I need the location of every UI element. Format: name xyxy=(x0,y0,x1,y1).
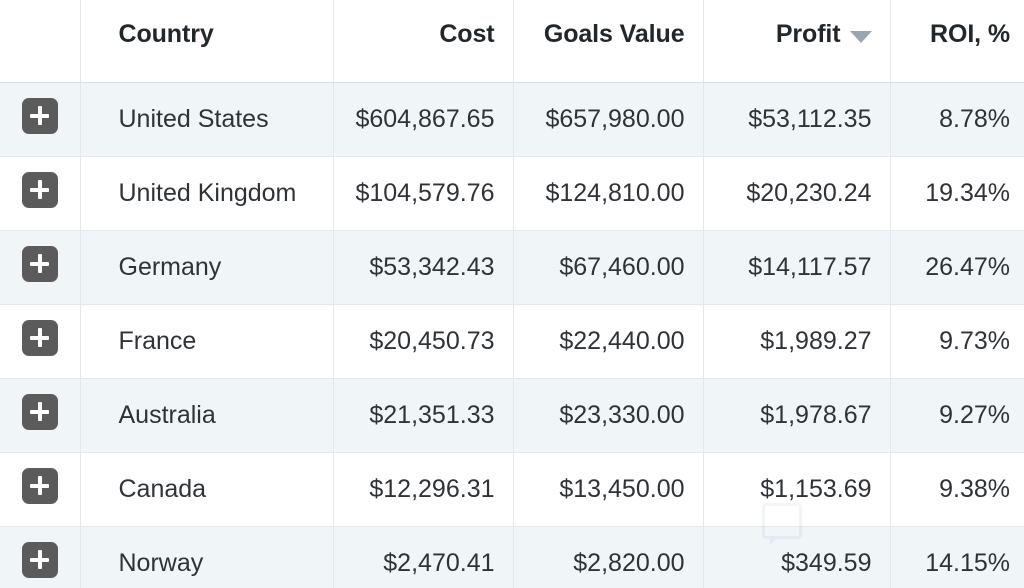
plus-icon[interactable] xyxy=(21,541,58,578)
cell-roi: 19.34% xyxy=(890,156,1024,231)
cell-profit: $53,112.35 xyxy=(703,82,891,157)
column-header-country[interactable]: Country xyxy=(80,0,334,83)
row-expand-cell[interactable] xyxy=(0,230,81,305)
row-expand-cell[interactable] xyxy=(0,378,81,453)
cell-profit: $20,230.24 xyxy=(703,156,891,231)
cell-country: United Kingdom xyxy=(80,156,334,231)
table-row[interactable]: United States $604,867.65 $657,980.00 $5… xyxy=(0,82,1024,157)
cell-profit: $349.59 xyxy=(703,526,891,588)
cell-cost: $104,579.76 xyxy=(333,156,514,231)
country-performance-table: Country Cost Goals Value Profit ROI, % U… xyxy=(0,0,1024,588)
row-expand-cell[interactable] xyxy=(0,156,81,231)
table-header: Country Cost Goals Value Profit ROI, % xyxy=(0,0,1024,83)
cell-goals-value: $13,450.00 xyxy=(513,452,704,527)
cell-goals-value: $67,460.00 xyxy=(513,230,704,305)
table-row[interactable]: Norway $2,470.41 $2,820.00 $349.59 14.15… xyxy=(0,526,1024,588)
column-header-profit[interactable]: Profit xyxy=(703,0,891,83)
cell-goals-value: $22,440.00 xyxy=(513,304,704,379)
table-body: United States $604,867.65 $657,980.00 $5… xyxy=(0,82,1024,588)
row-expand-cell[interactable] xyxy=(0,452,81,527)
table-row[interactable]: Australia $21,351.33 $23,330.00 $1,978.6… xyxy=(0,378,1024,453)
cell-profit: $14,117.57 xyxy=(703,230,891,305)
column-header-roi[interactable]: ROI, % xyxy=(890,0,1024,83)
plus-icon[interactable] xyxy=(21,171,58,208)
header-row: Country Cost Goals Value Profit ROI, % xyxy=(0,0,1024,83)
chevron-down-icon[interactable] xyxy=(849,30,872,43)
cell-roi: 9.73% xyxy=(890,304,1024,379)
column-header-country-label: Country xyxy=(118,20,214,49)
plus-icon[interactable] xyxy=(21,467,58,504)
cell-cost: $2,470.41 xyxy=(333,526,514,588)
cell-goals-value: $2,820.00 xyxy=(513,526,704,588)
column-header-cost-label: Cost xyxy=(439,20,495,49)
cell-cost: $20,450.73 xyxy=(333,304,514,379)
cell-country: France xyxy=(80,304,334,379)
cell-profit: $1,153.69 xyxy=(703,452,891,527)
table-viewport: Country Cost Goals Value Profit ROI, % U… xyxy=(0,0,1024,588)
cell-goals-value: $124,810.00 xyxy=(513,156,704,231)
cell-country: Australia xyxy=(80,378,334,453)
table-row[interactable]: France $20,450.73 $22,440.00 $1,989.27 9… xyxy=(0,304,1024,379)
cell-cost: $53,342.43 xyxy=(333,230,514,305)
row-expand-cell[interactable] xyxy=(0,526,81,588)
cell-goals-value: $657,980.00 xyxy=(513,82,704,157)
cell-country: Germany xyxy=(80,230,334,305)
cell-country: United States xyxy=(80,82,334,157)
column-header-goals-value[interactable]: Goals Value xyxy=(513,0,704,83)
plus-icon[interactable] xyxy=(21,393,58,430)
table-row[interactable]: United Kingdom $104,579.76 $124,810.00 $… xyxy=(0,156,1024,231)
plus-icon[interactable] xyxy=(21,245,58,282)
cell-country: Norway xyxy=(80,526,334,588)
plus-icon[interactable] xyxy=(21,97,58,134)
cell-cost: $604,867.65 xyxy=(333,82,514,157)
cell-roi: 8.78% xyxy=(890,82,1024,157)
column-header-profit-label: Profit xyxy=(775,20,841,49)
cell-roi: 14.15% xyxy=(890,526,1024,588)
column-header-cost[interactable]: Cost xyxy=(333,0,514,83)
table-row[interactable]: Canada $12,296.31 $13,450.00 $1,153.69 9… xyxy=(0,452,1024,527)
cell-profit: $1,989.27 xyxy=(703,304,891,379)
cell-cost: $21,351.33 xyxy=(333,378,514,453)
cell-goals-value: $23,330.00 xyxy=(513,378,704,453)
cell-roi: 26.47% xyxy=(890,230,1024,305)
cell-cost: $12,296.31 xyxy=(333,452,514,527)
table-row[interactable]: Germany $53,342.43 $67,460.00 $14,117.57… xyxy=(0,230,1024,305)
row-expand-cell[interactable] xyxy=(0,304,81,379)
cell-roi: 9.27% xyxy=(890,378,1024,453)
cell-roi: 9.38% xyxy=(890,452,1024,527)
column-header-goals-value-label: Goals Value xyxy=(543,20,685,49)
cell-country: Canada xyxy=(80,452,334,527)
cell-profit: $1,978.67 xyxy=(703,378,891,453)
row-expand-cell[interactable] xyxy=(0,82,81,157)
column-header-expand xyxy=(0,0,81,83)
column-header-roi-label: ROI, % xyxy=(930,20,1010,49)
plus-icon[interactable] xyxy=(21,319,58,356)
